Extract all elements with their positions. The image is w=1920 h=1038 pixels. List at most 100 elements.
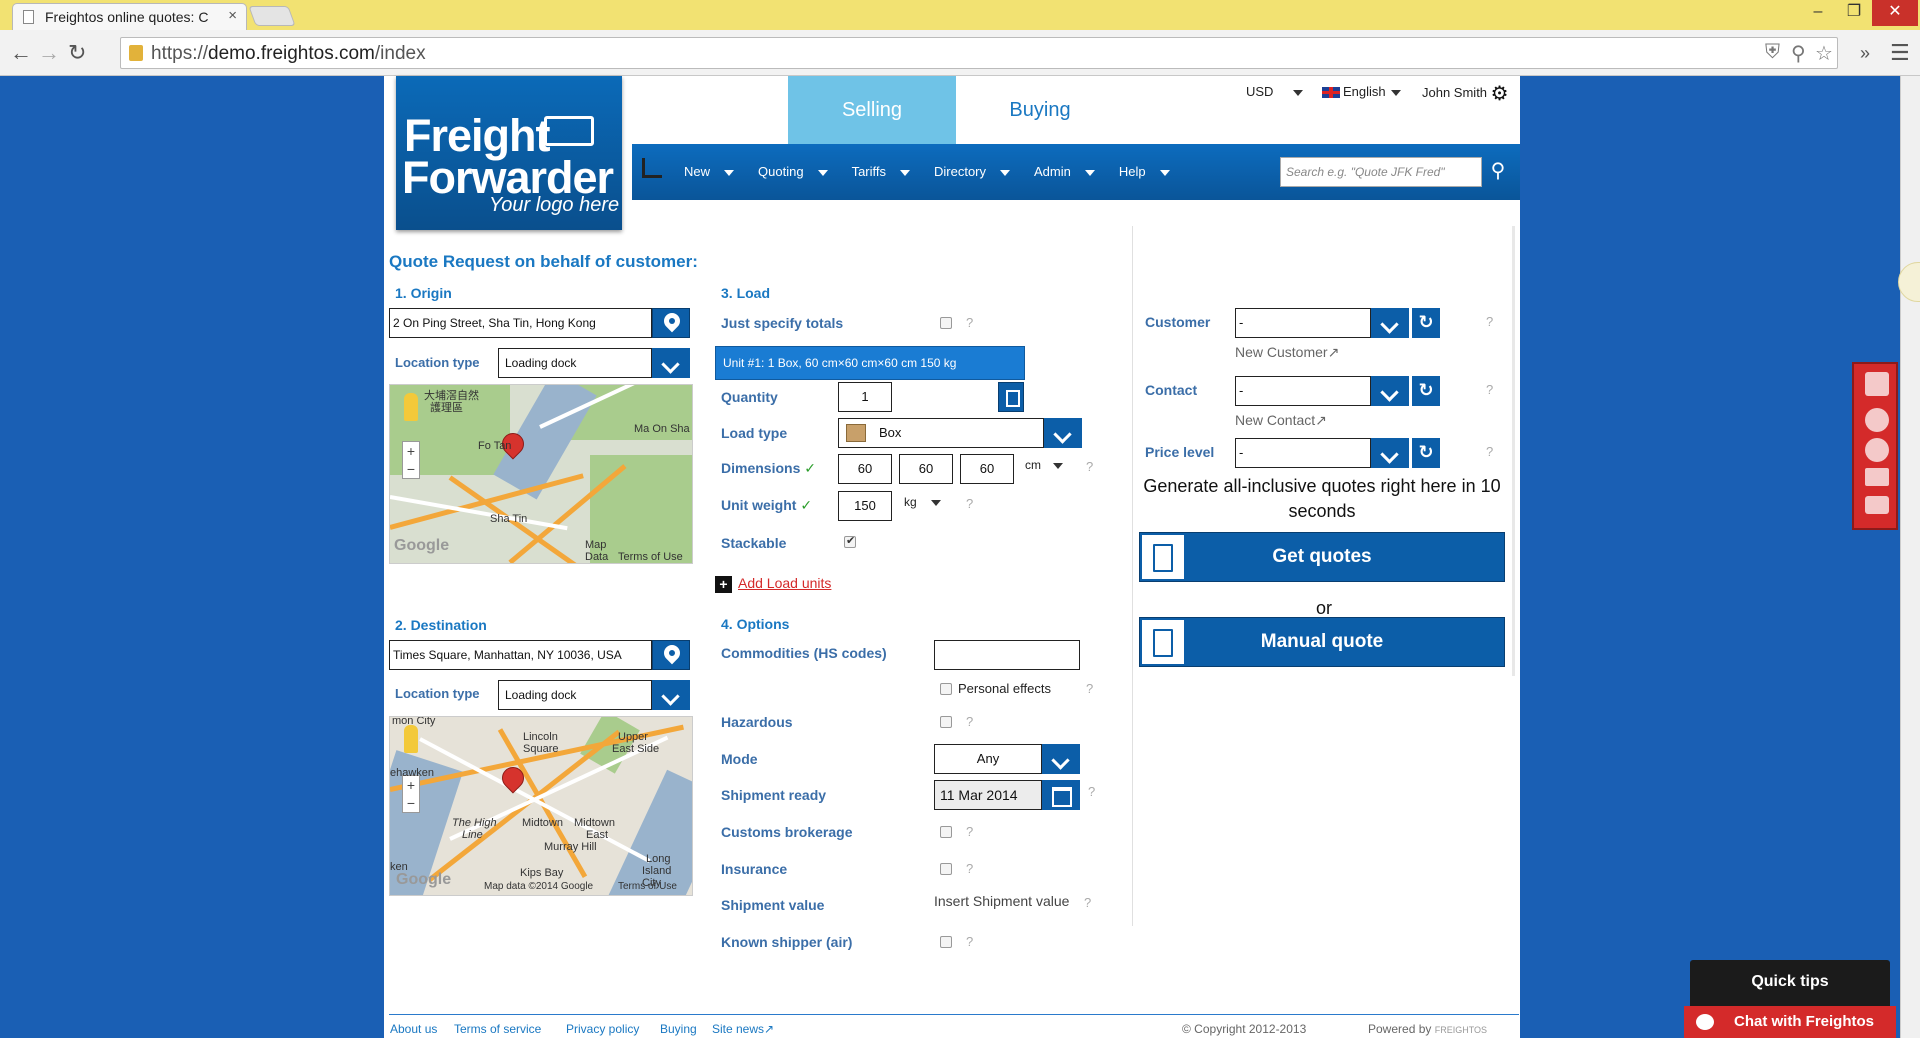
- chart-icon[interactable]: [642, 158, 662, 178]
- quick-tips-button[interactable]: Quick tips: [1690, 960, 1890, 1006]
- dimension-unit-select[interactable]: cm: [1025, 458, 1063, 472]
- weight-unit-select[interactable]: kg: [904, 495, 941, 509]
- help-icon[interactable]: ?: [966, 496, 973, 511]
- map-zoom-control[interactable]: + −: [402, 775, 420, 813]
- reload-icon[interactable]: ↻: [68, 39, 86, 67]
- load-type-select[interactable]: Box: [838, 418, 1044, 448]
- email-at-icon[interactable]: [1865, 372, 1889, 396]
- footer-powered-by[interactable]: Powered by FREIGHTOS: [1368, 1022, 1487, 1036]
- destination-location-select[interactable]: Loading dock: [498, 680, 652, 710]
- minimize-icon[interactable]: –: [1800, 0, 1836, 26]
- search-zoom-icon[interactable]: ⚲: [1791, 41, 1806, 66]
- chevron-down-icon[interactable]: [652, 348, 690, 378]
- company-logo[interactable]: Freight Forwarder Your logo here: [396, 76, 622, 230]
- refresh-icon[interactable]: ↻: [1412, 308, 1440, 338]
- footer-privacy-link[interactable]: Privacy policy: [566, 1022, 639, 1036]
- star-icon[interactable]: ☆: [1815, 41, 1833, 66]
- footer-buying-link[interactable]: Buying: [660, 1022, 697, 1036]
- shield-icon[interactable]: ⛨: [1765, 41, 1780, 64]
- manual-quote-button[interactable]: Manual quote: [1139, 617, 1505, 667]
- contact-select[interactable]: -: [1235, 376, 1371, 406]
- unit-weight-input[interactable]: 150: [838, 491, 892, 521]
- nav-directory[interactable]: Directory: [918, 144, 1018, 200]
- help-icon[interactable]: ?: [966, 824, 973, 839]
- search-icon[interactable]: ⚲: [1482, 157, 1514, 187]
- help-icon[interactable]: ?: [966, 934, 973, 949]
- refresh-icon[interactable]: ↻: [1412, 376, 1440, 406]
- browser-tab[interactable]: Freightos online quotes: C ×: [12, 3, 247, 30]
- mail-icon[interactable]: [1865, 468, 1889, 486]
- phone-icon[interactable]: [1865, 496, 1889, 514]
- close-tab-icon[interactable]: ×: [228, 7, 237, 24]
- shipment-value-input[interactable]: Insert Shipment value: [934, 893, 1069, 909]
- stackable-checkbox[interactable]: [844, 534, 856, 548]
- refresh-icon[interactable]: ↻: [1412, 438, 1440, 468]
- chevron-down-icon[interactable]: [1371, 438, 1409, 468]
- help-icon[interactable]: ?: [966, 315, 973, 330]
- menu-icon[interactable]: ☰: [1890, 39, 1910, 67]
- globe-icon[interactable]: [1865, 438, 1889, 462]
- street-view-icon[interactable]: [404, 393, 418, 421]
- help-icon[interactable]: ?: [966, 861, 973, 876]
- destination-pin-button[interactable]: [652, 640, 690, 670]
- price-level-select[interactable]: -: [1235, 438, 1371, 468]
- quantity-input[interactable]: 1: [838, 382, 892, 412]
- origin-location-select[interactable]: Loading dock: [498, 348, 652, 378]
- help-icon[interactable]: ?: [1086, 681, 1093, 696]
- just-specify-checkbox[interactable]: [940, 317, 952, 329]
- back-icon[interactable]: ←: [10, 39, 32, 67]
- dimension-height-input[interactable]: 60: [960, 454, 1014, 484]
- nav-tariffs[interactable]: Tariffs: [836, 144, 918, 200]
- address-bar[interactable]: https://demo.freightos.com/index ⛨ ⚲ ☆: [120, 37, 1838, 69]
- tab-selling[interactable]: Selling: [788, 76, 956, 144]
- shipment-ready-input[interactable]: 11 Mar 2014: [934, 780, 1042, 810]
- footer-terms-link[interactable]: Terms of service: [454, 1022, 541, 1036]
- help-icon[interactable]: ?: [1486, 314, 1493, 329]
- get-quotes-button[interactable]: Get quotes: [1139, 532, 1505, 582]
- language-select[interactable]: English: [1322, 84, 1401, 99]
- mode-select[interactable]: Any: [934, 744, 1042, 774]
- origin-address-input[interactable]: 2 On Ping Street, Sha Tin, Hong Kong: [389, 308, 652, 338]
- chevron-down-icon[interactable]: [1042, 744, 1080, 774]
- known-shipper-checkbox[interactable]: [940, 936, 952, 948]
- origin-pin-button[interactable]: [652, 308, 690, 338]
- user-menu[interactable]: John Smith ⚙: [1422, 81, 1509, 106]
- insurance-checkbox[interactable]: [940, 863, 952, 875]
- extensions-icon[interactable]: »: [1860, 39, 1870, 67]
- maximize-icon[interactable]: ❐: [1836, 0, 1872, 26]
- footer-site-news-link[interactable]: Site news↗: [712, 1022, 774, 1036]
- nav-help[interactable]: Help: [1103, 144, 1178, 200]
- hazardous-checkbox[interactable]: [940, 716, 952, 728]
- unit-summary-bar[interactable]: Unit #1: 1 Box, 60 cm×60 cm×60 cm 150 kg: [715, 346, 1025, 380]
- chevron-down-icon[interactable]: [1371, 308, 1409, 338]
- street-view-icon[interactable]: [404, 725, 418, 753]
- destination-map[interactable]: + − mon City Lincoln Square Upper East Si…: [389, 716, 693, 896]
- chevron-down-icon[interactable]: [652, 680, 690, 710]
- help-icon[interactable]: ?: [1486, 444, 1493, 459]
- new-tab-button[interactable]: [248, 6, 296, 26]
- new-contact-link[interactable]: New Contact↗: [1235, 412, 1327, 429]
- chat-button[interactable]: Chat with Freightos: [1684, 1006, 1896, 1038]
- origin-map[interactable]: + − 大埔滘自然 護理區 Fo Tan Ma On Sha Sha Tin Ma…: [389, 384, 693, 564]
- calendar-icon[interactable]: [1042, 780, 1080, 810]
- add-load-units-link[interactable]: Add Load units: [738, 575, 831, 591]
- copy-unit-icon[interactable]: [998, 382, 1024, 412]
- help-icon[interactable]: ?: [1086, 459, 1093, 474]
- footer-about-link[interactable]: About us: [390, 1022, 437, 1036]
- chat-bubble-icon[interactable]: [1865, 408, 1889, 432]
- personal-effects-checkbox[interactable]: [940, 683, 952, 695]
- customer-select[interactable]: -: [1235, 308, 1371, 338]
- chevron-down-icon[interactable]: [1044, 418, 1082, 448]
- nav-quoting[interactable]: Quoting: [742, 144, 836, 200]
- scrollbar[interactable]: [1900, 76, 1920, 1038]
- close-window-icon[interactable]: ✕: [1872, 0, 1918, 26]
- forward-icon[interactable]: →: [38, 39, 60, 67]
- destination-address-input[interactable]: Times Square, Manhattan, NY 10036, USA: [389, 640, 652, 670]
- nav-admin[interactable]: Admin: [1018, 144, 1103, 200]
- help-icon[interactable]: ?: [1486, 382, 1493, 397]
- search-input[interactable]: Search e.g. "Quote JFK Fred": [1280, 157, 1482, 187]
- new-customer-link[interactable]: New Customer↗: [1235, 344, 1339, 361]
- map-zoom-control[interactable]: + −: [402, 441, 420, 479]
- chevron-down-icon[interactable]: [1371, 376, 1409, 406]
- tab-buying[interactable]: Buying: [956, 76, 1124, 144]
